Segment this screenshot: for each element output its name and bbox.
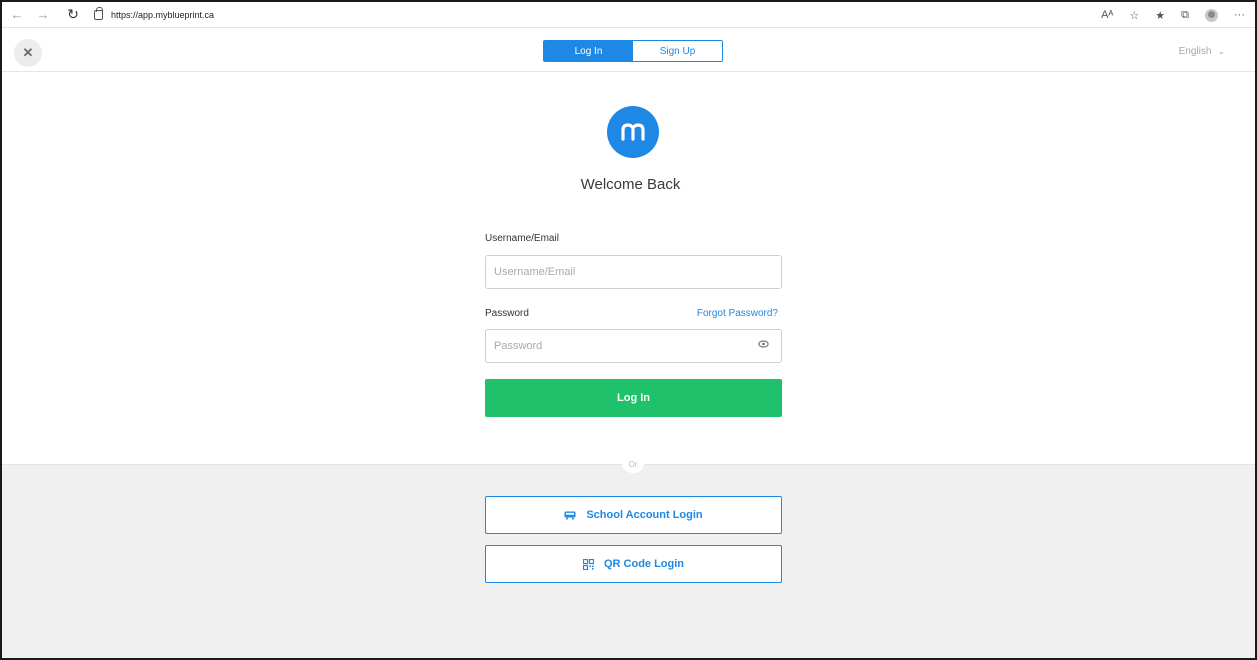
qr-code-icon <box>582 558 594 570</box>
logo-m-icon <box>621 123 645 141</box>
school-account-login-button[interactable]: School Account Login <box>485 496 782 534</box>
profile-avatar[interactable] <box>1205 8 1218 22</box>
read-aloud-icon[interactable]: Aᴬ <box>1101 9 1113 21</box>
log-in-button[interactable]: Log In <box>485 379 782 417</box>
forward-arrow-icon[interactable]: → <box>32 4 54 26</box>
more-options-icon[interactable]: ··· <box>1234 9 1245 21</box>
qr-code-login-button[interactable]: QR Code Login <box>485 545 782 583</box>
chevron-down-icon: ⌄ <box>1217 46 1225 56</box>
favorites-icon[interactable]: ★ <box>1155 9 1165 22</box>
add-favorite-icon[interactable]: ☆ <box>1129 9 1139 22</box>
bus-icon <box>564 511 576 520</box>
qr-code-login-label: QR Code Login <box>603 558 685 570</box>
app-header: ✕ Log In Sign Up English ⌄ <box>2 28 1255 72</box>
or-divider: Or <box>622 455 644 473</box>
auth-tab-switch: Log In Sign Up <box>543 40 723 62</box>
browser-actions: Aᴬ ☆ ★ ⧉ ··· <box>1101 2 1245 28</box>
password-label: Password <box>485 308 529 319</box>
browser-toolbar: ← → ↻ https://app.myblueprint.ca Aᴬ ☆ ★ … <box>2 2 1255 28</box>
back-arrow-icon[interactable]: ← <box>6 4 28 26</box>
tab-sign-up[interactable]: Sign Up <box>633 41 722 61</box>
reload-icon[interactable]: ↻ <box>62 4 84 26</box>
username-label: Username/Email <box>485 233 559 244</box>
language-selector[interactable]: English ⌄ <box>1179 46 1225 57</box>
collections-icon[interactable]: ⧉ <box>1181 9 1189 22</box>
school-account-login-label: School Account Login <box>586 509 703 521</box>
lock-icon <box>94 6 103 20</box>
address-bar[interactable]: https://app.myblueprint.ca <box>94 6 215 20</box>
password-input[interactable] <box>485 329 782 363</box>
app-frame: ← → ↻ https://app.myblueprint.ca Aᴬ ☆ ★ … <box>0 0 1257 660</box>
welcome-heading: Welcome Back <box>580 176 681 193</box>
tab-log-in[interactable]: Log In <box>544 41 633 61</box>
language-label: English <box>1178 46 1212 57</box>
forgot-password-link[interactable]: Forgot Password? <box>697 308 778 319</box>
url-text: https://app.myblueprint.ca <box>111 9 215 20</box>
close-icon: ✕ <box>22 45 34 60</box>
close-button[interactable]: ✕ <box>14 39 42 67</box>
myblueprint-logo <box>607 106 659 158</box>
username-input[interactable] <box>485 255 782 289</box>
show-password-eye-icon[interactable] <box>758 340 769 348</box>
